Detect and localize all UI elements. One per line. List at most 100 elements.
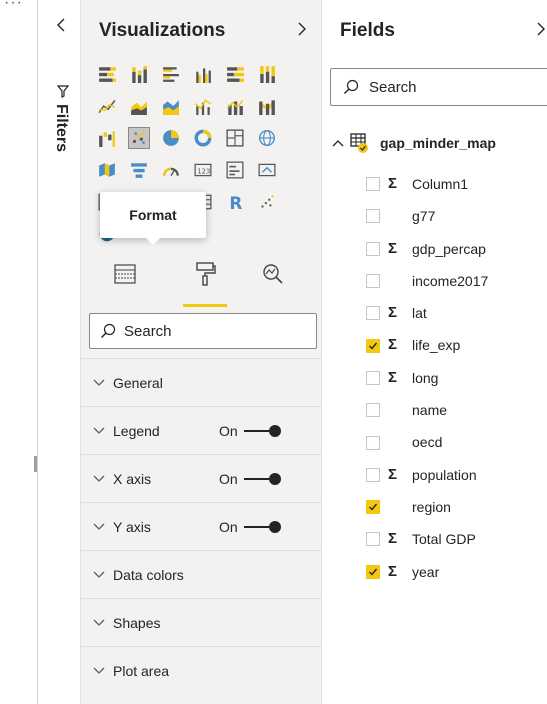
pie-chart-icon[interactable] bbox=[161, 128, 181, 148]
format-tab-icon[interactable] bbox=[185, 254, 225, 294]
format-section-plot-area[interactable]: Plot area bbox=[81, 646, 321, 694]
format-section-y-axis[interactable]: Y axis On bbox=[81, 502, 321, 550]
format-section-legend[interactable]: Legend On bbox=[81, 406, 321, 454]
line-stacked-column-icon[interactable] bbox=[225, 96, 245, 116]
field-name: region bbox=[412, 498, 451, 515]
chevron-right-icon[interactable] bbox=[536, 22, 546, 36]
format-section-data-colors[interactable]: Data colors bbox=[81, 550, 321, 598]
checkmark-icon bbox=[369, 342, 378, 350]
map-icon[interactable] bbox=[257, 128, 277, 148]
field-item[interactable]: Σyear bbox=[366, 556, 546, 588]
python-visual-icon[interactable] bbox=[257, 192, 277, 212]
field-list: Σ Column1 g77 Σgdp_percap income2017 Σlat Σlif… bbox=[366, 168, 546, 588]
toggle-state-label: On bbox=[219, 519, 238, 535]
field-name: life_exp bbox=[412, 337, 461, 354]
field-checkbox[interactable] bbox=[366, 564, 380, 579]
field-checkbox[interactable] bbox=[366, 435, 380, 450]
fields-tab-icon[interactable] bbox=[105, 254, 145, 294]
chevron-right-icon[interactable] bbox=[297, 22, 307, 36]
visualizations-title: Visualizations bbox=[99, 20, 226, 41]
field-checkbox[interactable] bbox=[366, 403, 380, 418]
field-checkbox[interactable] bbox=[366, 274, 380, 289]
format-section-general[interactable]: General bbox=[81, 358, 321, 406]
donut-chart-icon[interactable] bbox=[193, 128, 213, 148]
field-name: population bbox=[412, 466, 477, 483]
svg-text:123: 123 bbox=[197, 167, 210, 175]
100-stacked-column-icon[interactable] bbox=[257, 64, 277, 84]
field-item[interactable]: name bbox=[366, 394, 546, 426]
chevron-up-icon[interactable] bbox=[332, 138, 344, 148]
field-item[interactable]: Σlong bbox=[366, 362, 546, 394]
funnel-icon[interactable] bbox=[129, 160, 149, 180]
field-checkbox[interactable] bbox=[366, 306, 380, 321]
checkmark-icon bbox=[369, 503, 378, 511]
multi-row-card-icon[interactable] bbox=[225, 160, 245, 180]
gauge-icon[interactable] bbox=[161, 160, 181, 180]
field-checkbox[interactable] bbox=[366, 209, 380, 224]
chevron-down-icon bbox=[93, 475, 105, 482]
field-name: oecd bbox=[412, 434, 443, 451]
field-checkbox[interactable] bbox=[366, 338, 380, 353]
active-tab-indicator bbox=[183, 304, 227, 307]
sigma-icon: Σ bbox=[388, 368, 398, 386]
field-item[interactable]: oecd bbox=[366, 426, 546, 458]
fields-pane: Fields Search gap_minder_map Σ Column1 g77… bbox=[322, 0, 547, 704]
field-checkbox[interactable] bbox=[366, 241, 380, 256]
card-icon[interactable]: 123 bbox=[193, 160, 213, 180]
kpi-icon[interactable] bbox=[257, 160, 277, 180]
stacked-area-icon[interactable] bbox=[161, 96, 181, 116]
ribbon-chart-icon[interactable] bbox=[257, 96, 277, 116]
r-visual-icon[interactable]: R bbox=[225, 192, 245, 212]
field-item[interactable]: Σ Total GDP bbox=[366, 523, 546, 555]
scatter-chart-icon[interactable] bbox=[128, 127, 150, 149]
sigma-icon: Σ bbox=[388, 304, 398, 322]
format-section-x-axis[interactable]: X axis On bbox=[81, 454, 321, 502]
clustered-column-icon[interactable] bbox=[193, 64, 213, 84]
search-placeholder: Search bbox=[369, 78, 417, 96]
format-section-shapes[interactable]: Shapes bbox=[81, 598, 321, 646]
area-chart-icon[interactable] bbox=[129, 96, 149, 116]
stacked-column-icon[interactable] bbox=[129, 64, 149, 84]
100-stacked-bar-icon[interactable] bbox=[225, 64, 245, 84]
field-checkbox[interactable] bbox=[366, 177, 380, 192]
format-search-input[interactable]: Search bbox=[89, 313, 317, 349]
filter-funnel-icon bbox=[57, 85, 69, 98]
field-checkbox[interactable] bbox=[366, 500, 380, 515]
field-checkbox[interactable] bbox=[366, 532, 380, 547]
field-item[interactable]: income2017 bbox=[366, 265, 546, 297]
field-item[interactable]: region bbox=[366, 491, 546, 523]
chevron-left-icon[interactable] bbox=[56, 18, 66, 32]
more-options-icon[interactable]: ··· bbox=[4, 0, 23, 12]
waterfall-icon[interactable] bbox=[97, 128, 117, 148]
line-chart-icon[interactable] bbox=[97, 96, 117, 116]
format-tooltip: Format bbox=[100, 192, 206, 245]
chevron-down-icon bbox=[93, 667, 105, 674]
filled-map-icon[interactable] bbox=[97, 160, 117, 180]
search-icon bbox=[101, 323, 116, 338]
field-item[interactable]: Σlife_exp bbox=[366, 329, 546, 361]
field-item[interactable]: Σpopulation bbox=[366, 459, 546, 491]
resize-handle[interactable] bbox=[34, 456, 37, 472]
toggle-switch[interactable] bbox=[243, 520, 283, 534]
field-checkbox[interactable] bbox=[366, 467, 380, 482]
line-clustered-column-icon[interactable] bbox=[193, 96, 213, 116]
section-label: Y axis bbox=[113, 518, 151, 535]
filters-label[interactable]: Filters bbox=[52, 104, 70, 152]
field-checkbox[interactable] bbox=[366, 370, 380, 385]
treemap-icon[interactable] bbox=[225, 128, 245, 148]
field-name: gdp_percap bbox=[412, 240, 486, 257]
analytics-tab-icon[interactable] bbox=[253, 254, 293, 294]
toggle-switch[interactable] bbox=[243, 472, 283, 486]
clustered-bar-icon[interactable] bbox=[161, 64, 181, 84]
sigma-icon: Σ bbox=[388, 562, 398, 580]
fields-title: Fields bbox=[340, 20, 395, 41]
table-node[interactable]: gap_minder_map bbox=[332, 130, 496, 156]
stacked-bar-icon[interactable] bbox=[97, 64, 117, 84]
toggle-switch[interactable] bbox=[243, 424, 283, 438]
field-item[interactable]: g77 bbox=[366, 200, 546, 232]
fields-search-input[interactable]: Search bbox=[330, 68, 547, 106]
field-item[interactable]: Σgdp_percap bbox=[366, 233, 546, 265]
field-item[interactable]: Σ Column1 bbox=[366, 168, 546, 200]
field-item[interactable]: Σlat bbox=[366, 297, 546, 329]
sigma-icon: Σ bbox=[388, 175, 398, 192]
